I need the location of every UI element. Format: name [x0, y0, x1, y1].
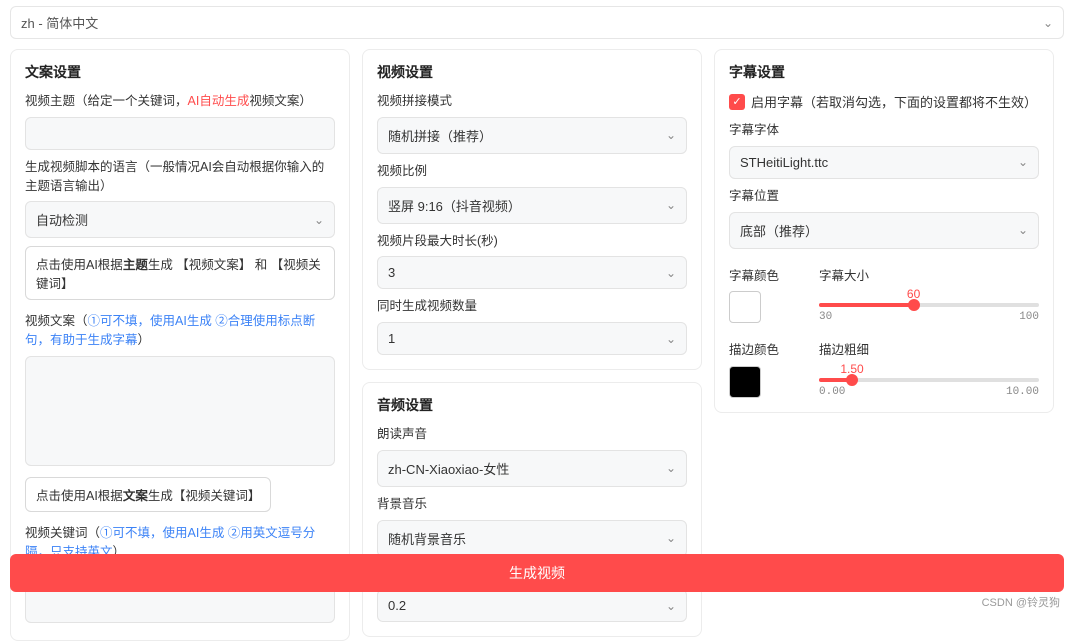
video-topic-input[interactable]	[25, 117, 335, 150]
bgm-volume-select[interactable]: 0.2 ⌄	[377, 589, 687, 622]
video-ratio-value: 竖屏 9:16（抖音视频）	[388, 196, 521, 215]
chevron-down-icon: ⌄	[666, 266, 676, 280]
subtitle-pos-label: 字幕位置	[729, 187, 1039, 206]
generate-video-label: 生成视频	[509, 565, 565, 581]
subtitle-settings-card: 字幕设置 ✓ 启用字幕（若取消勾选，下面的设置都将不生效） 字幕字体 STHei…	[714, 49, 1054, 413]
bgm-value: 随机背景音乐	[388, 529, 466, 548]
chevron-down-icon: ⌄	[666, 461, 676, 475]
language-label: zh - 简体中文	[21, 13, 98, 32]
enable-subtitle-checkbox[interactable]: ✓	[729, 94, 745, 110]
voice-value: zh-CN-Xiaoxiao-女性	[388, 459, 509, 478]
check-icon: ✓	[732, 95, 741, 108]
enable-subtitle-row[interactable]: ✓ 启用字幕（若取消勾选，下面的设置都将不生效）	[729, 92, 1039, 111]
subtitle-font-select[interactable]: STHeitiLight.ttc ⌄	[729, 146, 1039, 179]
video-copy-label: 视频文案（①可不填，使用AI生成 ②合理使用标点断句，有助于生成字幕）	[25, 312, 335, 350]
audio-settings-title: 音频设置	[377, 395, 687, 415]
video-ratio-select[interactable]: 竖屏 9:16（抖音视频） ⌄	[377, 187, 687, 224]
font-size-min: 30	[819, 311, 832, 323]
stroke-width-min: 0.00	[819, 386, 845, 398]
audio-settings-card: 音频设置 朗读声音 zh-CN-Xiaoxiao-女性 ⌄ 背景音乐 随机背景音…	[362, 382, 702, 637]
bgm-label: 背景音乐	[377, 495, 687, 514]
video-settings-title: 视频设置	[377, 62, 687, 82]
voice-select[interactable]: zh-CN-Xiaoxiao-女性 ⌄	[377, 450, 687, 487]
text-settings-card: 文案设置 视频主题（给定一个关键词，AI自动生成视频文案） 生成视频脚本的语言（…	[10, 49, 350, 641]
video-count-value: 1	[388, 331, 395, 346]
language-select[interactable]: zh - 简体中文 ⌄	[10, 6, 1064, 39]
chevron-down-icon: ⌄	[314, 213, 324, 227]
font-color-label: 字幕颜色	[729, 267, 799, 286]
concat-mode-label: 视频拼接模式	[377, 92, 687, 111]
chevron-down-icon: ⌄	[1043, 16, 1053, 30]
video-count-label: 同时生成视频数量	[377, 297, 687, 316]
video-settings-card: 视频设置 视频拼接模式 随机拼接（推荐） ⌄ 视频比例 竖屏 9:16（抖音视频…	[362, 49, 702, 370]
main-columns: 文案设置 视频主题（给定一个关键词，AI自动生成视频文案） 生成视频脚本的语言（…	[0, 49, 1074, 641]
stroke-color-swatch[interactable]	[729, 366, 761, 398]
font-size-max: 100	[1019, 311, 1039, 323]
font-color-swatch[interactable]	[729, 291, 761, 323]
script-lang-value: 自动检测	[36, 210, 88, 229]
stroke-width-slider[interactable]: 1.50	[819, 378, 1039, 382]
video-ratio-label: 视频比例	[377, 162, 687, 181]
clip-duration-value: 3	[388, 265, 395, 280]
video-count-select[interactable]: 1 ⌄	[377, 322, 687, 355]
chevron-down-icon: ⌄	[666, 128, 676, 142]
subtitle-pos-select[interactable]: 底部（推荐） ⌄	[729, 212, 1039, 249]
stroke-color-label: 描边颜色	[729, 341, 799, 360]
chevron-down-icon: ⌄	[666, 531, 676, 545]
subtitle-pos-value: 底部（推荐）	[740, 221, 818, 240]
video-copy-textarea[interactable]	[25, 356, 335, 466]
font-size-slider[interactable]: 60	[819, 303, 1039, 307]
voice-label: 朗读声音	[377, 425, 687, 444]
generate-video-button[interactable]: 生成视频	[10, 554, 1064, 592]
chevron-down-icon: ⌄	[1018, 155, 1028, 169]
script-lang-label: 生成视频脚本的语言（一般情况AI会自动根据你输入的主题语言输出）	[25, 158, 335, 196]
bgm-select[interactable]: 随机背景音乐 ⌄	[377, 520, 687, 557]
enable-subtitle-label: 启用字幕（若取消勾选，下面的设置都将不生效）	[751, 92, 1037, 111]
subtitle-settings-title: 字幕设置	[729, 62, 1039, 82]
clip-duration-select[interactable]: 3 ⌄	[377, 256, 687, 289]
subtitle-font-label: 字幕字体	[729, 121, 1039, 140]
font-size-label: 字幕大小	[819, 267, 1039, 286]
chevron-down-icon: ⌄	[666, 198, 676, 212]
video-topic-label: 视频主题（给定一个关键词，AI自动生成视频文案）	[25, 92, 335, 111]
stroke-width-max: 10.00	[1006, 386, 1039, 398]
bgm-volume-value: 0.2	[388, 598, 406, 613]
gen-from-copy-button[interactable]: 点击使用AI根据文案生成【视频关键词】	[25, 477, 271, 512]
chevron-down-icon: ⌄	[666, 599, 676, 613]
stroke-width-label: 描边粗细	[819, 341, 1039, 360]
gen-from-topic-button[interactable]: 点击使用AI根据主题生成 【视频文案】 和 【视频关键词】	[25, 246, 335, 300]
clip-duration-label: 视频片段最大时长(秒)	[377, 232, 687, 251]
concat-mode-select[interactable]: 随机拼接（推荐） ⌄	[377, 117, 687, 154]
script-lang-select[interactable]: 自动检测 ⌄	[25, 201, 335, 238]
chevron-down-icon: ⌄	[1018, 223, 1028, 237]
text-settings-title: 文案设置	[25, 62, 335, 82]
concat-mode-value: 随机拼接（推荐）	[388, 126, 492, 145]
subtitle-font-value: STHeitiLight.ttc	[740, 155, 828, 170]
chevron-down-icon: ⌄	[666, 332, 676, 346]
